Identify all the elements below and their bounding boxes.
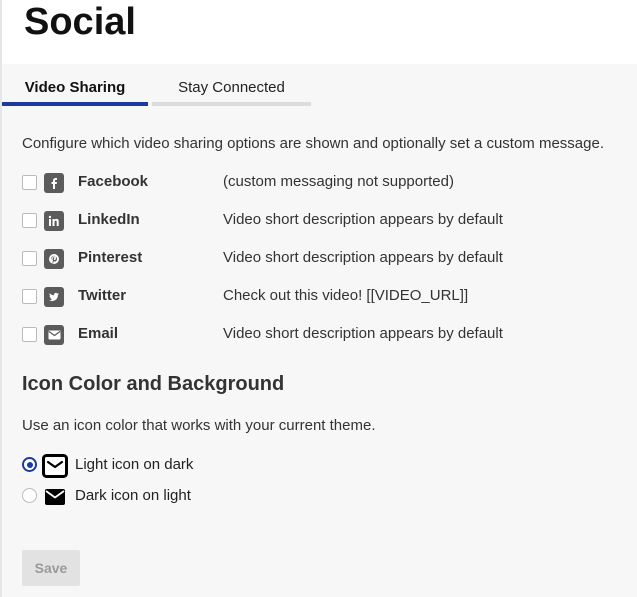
- twitter-checkbox[interactable]: [22, 289, 37, 304]
- radio-label: Light icon on dark: [75, 456, 194, 473]
- save-button[interactable]: Save: [22, 550, 80, 586]
- linkedin-icon: [44, 211, 64, 231]
- facebook-checkbox[interactable]: [22, 175, 37, 190]
- radio-row-light-on-dark: Light icon on dark: [22, 453, 322, 479]
- share-name: Twitter: [78, 287, 127, 304]
- page-title: Social: [24, 1, 136, 43]
- pinterest-icon: [44, 249, 64, 269]
- share-row-pinterest: Pinterest Video short description appear…: [22, 247, 632, 271]
- twitter-icon: [44, 287, 64, 307]
- share-name: Pinterest: [78, 249, 143, 266]
- share-name: Email: [78, 325, 119, 342]
- share-name: LinkedIn: [78, 211, 140, 228]
- icon-color-description: Use an icon color that works with your c…: [22, 417, 376, 434]
- linkedin-checkbox[interactable]: [22, 213, 37, 228]
- share-row-facebook: Facebook (custom messaging not supported…: [22, 171, 632, 195]
- page-header: Social: [2, 0, 637, 64]
- share-message: (custom messaging not supported): [223, 173, 454, 190]
- icon-color-title: Icon Color and Background: [22, 373, 285, 395]
- envelope-outline-icon: [42, 453, 68, 479]
- pinterest-checkbox[interactable]: [22, 251, 37, 266]
- radio-row-dark-on-light: Dark icon on light: [22, 484, 322, 510]
- share-row-email: Email Video short description appears by…: [22, 323, 632, 347]
- share-message: Video short description appears by defau…: [223, 211, 503, 228]
- share-message: Video short description appears by defau…: [223, 325, 503, 342]
- share-message: Video short description appears by defau…: [223, 249, 503, 266]
- email-checkbox[interactable]: [22, 327, 37, 342]
- share-row-linkedin: LinkedIn Video short description appears…: [22, 209, 632, 233]
- email-icon: [44, 325, 64, 345]
- share-row-twitter: Twitter Check out this video! [[VIDEO_UR…: [22, 285, 632, 309]
- active-tab-indicator: [2, 102, 148, 106]
- tab-bar: Video Sharing Stay Connected: [2, 74, 311, 106]
- envelope-filled-icon: [42, 484, 68, 510]
- share-name: Facebook: [78, 173, 149, 190]
- content-panel: Video Sharing Stay Connected Configure w…: [2, 64, 637, 597]
- facebook-icon: [44, 173, 64, 193]
- share-message: Check out this video! [[VIDEO_URL]]: [223, 287, 469, 304]
- radio-label: Dark icon on light: [75, 487, 191, 504]
- dark-on-light-radio[interactable]: [22, 488, 37, 503]
- light-on-dark-radio[interactable]: [22, 457, 37, 472]
- inactive-tab-indicator: [152, 102, 311, 106]
- intro-text: Configure which video sharing options ar…: [22, 135, 604, 152]
